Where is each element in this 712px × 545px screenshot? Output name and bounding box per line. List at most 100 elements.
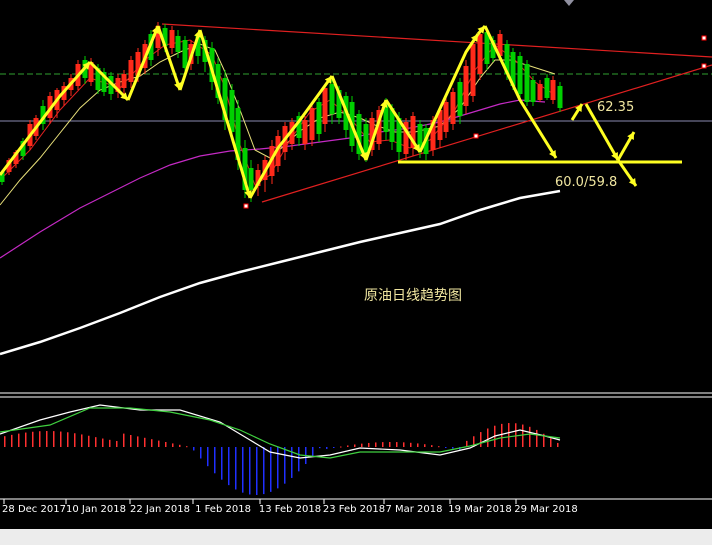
macd-histogram-bar bbox=[256, 447, 258, 495]
macd-histogram-bar bbox=[550, 438, 552, 447]
ema-slow-line bbox=[0, 189, 561, 356]
price-chart: 28 Dec 2017 10 Jan 2018 22 Jan 2018 1 Feb 2… bbox=[0, 0, 712, 515]
candle-body bbox=[121, 74, 127, 88]
macd-histogram-bar bbox=[326, 447, 328, 449]
status-bar bbox=[0, 529, 712, 545]
macd-histogram-bar bbox=[242, 447, 244, 493]
macd-histogram-bar bbox=[270, 447, 272, 492]
macd-histogram-bar bbox=[361, 443, 363, 447]
macd-histogram-bar bbox=[193, 447, 195, 451]
macd-histogram-bar bbox=[53, 431, 55, 447]
x-tick-label: 10 Jan 2018 bbox=[66, 504, 126, 515]
candle-body bbox=[537, 84, 543, 100]
macd-histogram-bar bbox=[235, 447, 237, 490]
candle-body bbox=[477, 34, 483, 74]
scroll-marker bbox=[564, 0, 574, 6]
macd-histogram-bar bbox=[207, 447, 209, 467]
macd-histogram-bar bbox=[298, 447, 300, 472]
candle-body bbox=[463, 66, 469, 106]
x-tick-label: 29 Mar 2018 bbox=[514, 504, 577, 515]
macd-histogram-bar bbox=[81, 434, 83, 447]
macd-histogram-bar bbox=[522, 424, 524, 447]
macd-histogram-bar bbox=[480, 432, 482, 447]
macd-histogram-bar bbox=[487, 428, 489, 447]
macd-histogram-bar bbox=[116, 440, 118, 447]
macd-histogram-bar bbox=[179, 444, 181, 447]
macd-histogram-bar bbox=[508, 423, 510, 447]
macd-histogram-bar bbox=[151, 439, 153, 447]
macd-histogram-bar bbox=[368, 442, 370, 447]
macd-histogram-bar bbox=[249, 447, 251, 495]
candle-body bbox=[309, 108, 315, 140]
macd-histogram-bar bbox=[109, 439, 111, 447]
candle-body bbox=[128, 60, 134, 82]
macd-histogram-bar bbox=[263, 447, 265, 495]
candle-body bbox=[248, 168, 254, 190]
candle-body bbox=[470, 44, 476, 96]
macd-histogram-bar bbox=[200, 447, 202, 459]
macd-histogram-bar bbox=[46, 431, 48, 447]
macd-histogram-bar bbox=[102, 438, 104, 447]
macd-histogram-bar bbox=[123, 433, 125, 447]
candle-body bbox=[322, 88, 328, 124]
trend-arrow-down bbox=[156, 25, 182, 91]
macd-histogram-bar bbox=[319, 447, 321, 449]
candle-body bbox=[517, 56, 523, 94]
macd-histogram-bar bbox=[396, 442, 398, 447]
macd-histogram-bar bbox=[529, 426, 531, 447]
candle-body bbox=[557, 86, 563, 108]
macd-histogram-bar bbox=[452, 447, 454, 449]
trendline-anchor bbox=[701, 35, 707, 41]
macd-histogram-bar bbox=[312, 447, 314, 457]
macd-histogram-bar bbox=[144, 437, 146, 447]
macd-line bbox=[0, 404, 561, 459]
macd-histogram-bar bbox=[501, 423, 503, 447]
trend-arrow-down bbox=[198, 29, 252, 199]
macd-histogram-bar bbox=[445, 447, 447, 448]
macd-histogram-bar bbox=[424, 444, 426, 447]
candle-body bbox=[169, 30, 175, 48]
candle-body bbox=[450, 92, 456, 124]
macd-histogram-bar bbox=[130, 435, 132, 447]
macd-panel bbox=[0, 396, 712, 500]
trendline-anchor bbox=[473, 133, 479, 139]
candle-body bbox=[457, 82, 463, 116]
macd-histogram-bar bbox=[333, 447, 335, 448]
macd-histogram-bar bbox=[25, 432, 27, 447]
macd-histogram-bar bbox=[11, 434, 13, 447]
x-tick-label: 23 Feb 2018 bbox=[323, 504, 385, 515]
macd-histogram-bar bbox=[228, 447, 230, 486]
macd-histogram-bar bbox=[18, 433, 20, 447]
macd-signal-line bbox=[0, 407, 561, 459]
candle-body bbox=[524, 64, 530, 102]
macd-histogram-bar bbox=[172, 443, 174, 447]
candle-body bbox=[316, 102, 322, 134]
macd-histogram-bar bbox=[438, 446, 440, 448]
resistance-trendline bbox=[161, 23, 712, 58]
candle-body bbox=[175, 36, 181, 52]
macd-histogram-bar bbox=[340, 446, 342, 448]
candle-body bbox=[302, 120, 308, 144]
resistance-label: 62.35 bbox=[597, 100, 634, 115]
macd-histogram-bar bbox=[74, 433, 76, 447]
macd-histogram-bar bbox=[67, 432, 69, 447]
macd-histogram-bar bbox=[39, 431, 41, 447]
macd-histogram-bar bbox=[410, 442, 412, 447]
macd-histogram-bar bbox=[32, 431, 34, 447]
trend-arrow-up bbox=[364, 99, 388, 161]
x-axis: 28 Dec 2017 10 Jan 2018 22 Jan 2018 1 Feb 2… bbox=[2, 499, 578, 515]
candle-body bbox=[550, 80, 556, 100]
x-tick-label: 19 Mar 2018 bbox=[448, 504, 511, 515]
macd-histogram-bar bbox=[354, 444, 356, 447]
chart-title: 原油日线趋势图 bbox=[364, 288, 462, 304]
trendline-anchor bbox=[701, 63, 707, 69]
candle-body bbox=[229, 90, 235, 132]
macd-histogram-bar bbox=[403, 442, 405, 447]
candle-body bbox=[544, 78, 550, 98]
macd-histogram-bar bbox=[60, 431, 62, 447]
price-panel bbox=[0, 0, 712, 394]
trendline-anchor bbox=[243, 203, 249, 209]
candle-body bbox=[443, 102, 449, 132]
macd-histogram-bar bbox=[284, 447, 286, 484]
macd-histogram-bar bbox=[347, 445, 349, 447]
